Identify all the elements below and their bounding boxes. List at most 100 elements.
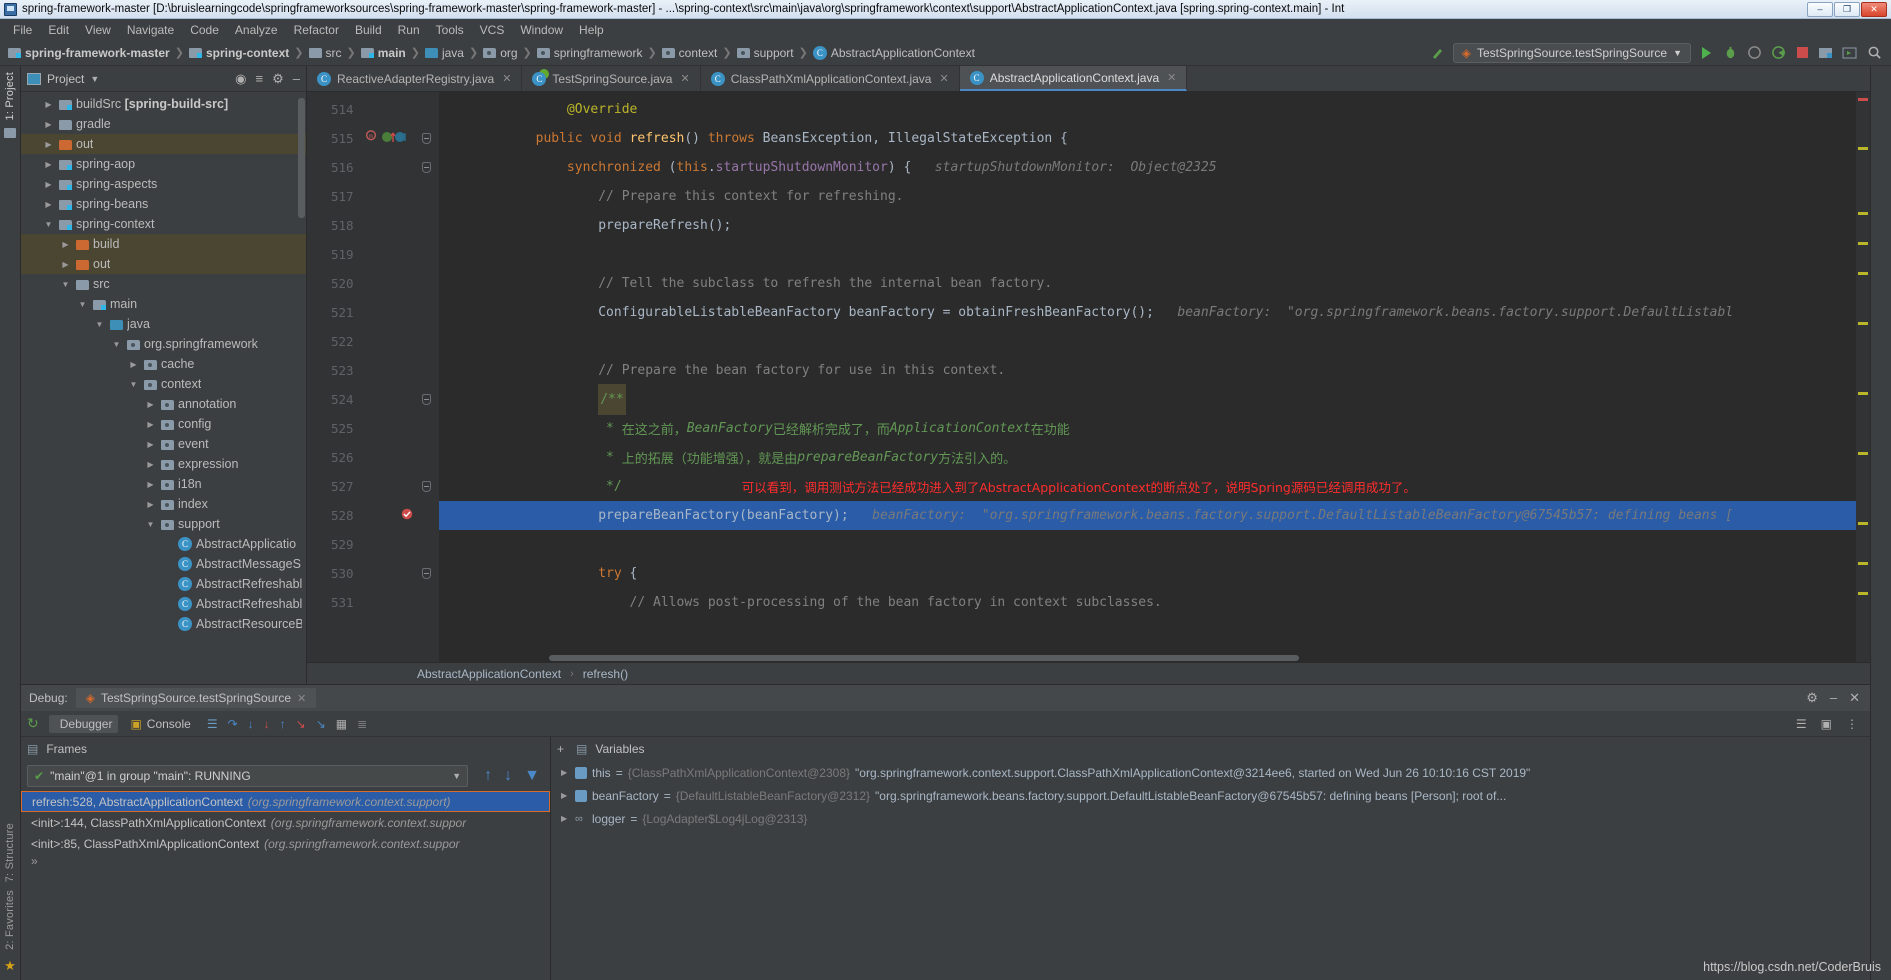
tree-node[interactable]: ▶ event — [21, 434, 306, 454]
chevron-down-icon[interactable]: ▼ — [127, 380, 140, 389]
variable-row[interactable]: ▶ this = {ClassPathXmlApplicationContext@23… — [551, 761, 1870, 784]
gutter-line[interactable]: 529 — [323, 530, 439, 559]
collapse-all-icon[interactable]: ≡ — [256, 71, 264, 86]
step-out-icon[interactable]: ↑ — [280, 717, 286, 731]
stripe-warning-mark[interactable] — [1858, 562, 1868, 565]
variables-list[interactable]: ▶ this = {ClassPathXmlApplicationContext@23… — [551, 761, 1870, 830]
code-line[interactable] — [439, 327, 1870, 356]
breadcrumb-item-src[interactable]: src — [307, 46, 344, 60]
breadcrumb-item-java[interactable]: java — [423, 46, 466, 60]
menu-item-run[interactable]: Run — [391, 21, 427, 39]
code-fold-icon[interactable] — [422, 394, 431, 405]
method-override-icon[interactable]: m — [364, 130, 378, 147]
stripe-warning-mark[interactable] — [1858, 147, 1868, 150]
thread-selector[interactable]: ✔ "main"@1 in group "main": RUNNING ▼ — [27, 765, 469, 787]
chevron-right-icon[interactable]: ▶ — [144, 480, 157, 489]
frames-list[interactable]: refresh:528, AbstractApplicationContext (… — [21, 791, 550, 854]
pin-icon[interactable]: ⋮ — [1846, 717, 1858, 731]
chevron-right-icon[interactable]: ▶ — [144, 460, 157, 469]
code-line[interactable] — [439, 240, 1870, 269]
gutter-line[interactable]: 523 — [323, 356, 439, 385]
menu-item-file[interactable]: File — [6, 21, 39, 39]
tree-node[interactable]: ▶ expression — [21, 454, 306, 474]
code-editor[interactable]: 514 515 m 516 517 518 519 520 521 522 523 524 525 526… — [307, 92, 1870, 662]
chevron-down-icon[interactable]: ▼ — [144, 520, 157, 529]
editor-error-stripe[interactable] — [1856, 92, 1870, 662]
project-tree[interactable]: ▶ buildSrc [spring-build-src] ▶ gradle ▶ out ▶… — [21, 92, 306, 684]
evaluate-expression-icon[interactable]: ▦ — [336, 717, 347, 731]
tree-node[interactable]: ▶ index — [21, 494, 306, 514]
editor-tab[interactable]: C TestSpringSource.java ✕ — [522, 66, 701, 91]
chevron-right-icon[interactable]: ▶ — [42, 120, 55, 129]
editor-tab[interactable]: C ReactiveAdapterRegistry.java ✕ — [307, 66, 523, 91]
gutter-line[interactable]: 521 — [323, 298, 439, 327]
gutter-line[interactable]: 517 — [323, 182, 439, 211]
breadcrumb-item-springframework[interactable]: springframework — [535, 46, 645, 60]
minimize-icon[interactable]: – — [1830, 690, 1837, 706]
gear-icon[interactable]: ⚙ — [1806, 690, 1818, 706]
run-button[interactable] — [1697, 44, 1715, 62]
chevron-right-icon[interactable]: ▶ — [42, 100, 55, 109]
editor-breadcrumb[interactable]: AbstractApplicationContext › refresh() — [307, 662, 1870, 684]
stripe-warning-mark[interactable] — [1858, 212, 1868, 215]
gutter-line[interactable]: 526 — [323, 443, 439, 472]
chevron-right-icon[interactable]: ▶ — [561, 768, 570, 777]
build-hammer-icon[interactable] — [1429, 44, 1447, 62]
menu-item-edit[interactable]: Edit — [41, 21, 76, 39]
chevron-right-icon[interactable]: ▶ — [42, 180, 55, 189]
tree-node[interactable]: ▶ out — [21, 134, 306, 154]
chevron-down-icon[interactable]: ▼ — [110, 340, 123, 349]
close-icon[interactable]: ✕ — [680, 72, 689, 85]
breadcrumb-item-context[interactable]: context — [660, 46, 720, 60]
tree-node[interactable]: ▼ main — [21, 294, 306, 314]
close-icon[interactable]: ✕ — [1849, 690, 1860, 706]
chevron-right-icon[interactable]: ▶ — [144, 500, 157, 509]
code-line[interactable]: // Allows post-processing of the bean fa… — [439, 588, 1870, 617]
gutter-line[interactable]: 520 — [323, 269, 439, 298]
drop-frame-icon[interactable]: ↘ — [296, 717, 306, 731]
editor-gutter[interactable]: 514 515 m 516 517 518 519 520 521 522 523 524 525 526… — [323, 92, 439, 662]
code-fold-icon[interactable] — [422, 568, 431, 579]
code-line[interactable]: /** — [439, 384, 1870, 415]
menu-item-tools[interactable]: Tools — [429, 21, 471, 39]
editor-code-column[interactable]: @Override public void refresh() throws B… — [439, 92, 1870, 662]
tree-node[interactable]: C AbstractRefreshabl — [21, 574, 306, 594]
stripe-warning-mark[interactable] — [1858, 452, 1868, 455]
debug-button[interactable] — [1721, 44, 1739, 62]
stripe-warning-mark[interactable] — [1858, 242, 1868, 245]
maximize-button[interactable]: ❐ — [1834, 1, 1860, 17]
gutter-line[interactable]: 530 — [323, 559, 439, 588]
implemented-marker-icon[interactable] — [381, 130, 407, 147]
gear-icon[interactable]: ⚙ — [272, 71, 284, 87]
tree-node[interactable]: ▼ java — [21, 314, 306, 334]
frame-row[interactable]: <init>:144, ClassPathXmlApplicationConte… — [21, 812, 550, 833]
chevron-right-icon[interactable]: ▶ — [144, 400, 157, 409]
gutter-line[interactable]: 527 — [323, 472, 439, 501]
code-line[interactable]: try { — [439, 559, 1870, 588]
arrow-up-icon[interactable]: ↑ — [484, 767, 492, 785]
stripe-error-mark[interactable] — [1858, 98, 1868, 101]
build-project-icon[interactable] — [1817, 44, 1835, 62]
code-line[interactable]: public void refresh() throws BeansExcept… — [439, 124, 1870, 153]
tree-node[interactable]: C AbstractRefreshabl — [21, 594, 306, 614]
chevron-down-icon[interactable]: ▼ — [59, 280, 72, 289]
menu-bar[interactable]: File Edit View Navigate Code Analyze Refactor B… — [0, 19, 1891, 40]
gutter-line[interactable]: 516 — [323, 153, 439, 182]
tree-node[interactable]: ▶ gradle — [21, 114, 306, 134]
frame-row[interactable]: refresh:528, AbstractApplicationContext (… — [21, 791, 550, 812]
code-line[interactable] — [439, 530, 1870, 559]
breadcrumb-item-org[interactable]: org — [481, 46, 519, 60]
tree-node[interactable]: ▶ i18n — [21, 474, 306, 494]
plus-icon[interactable]: + — [557, 742, 564, 756]
project-tree-scrollbar[interactable] — [298, 98, 305, 218]
gutter-line[interactable]: 522 — [323, 327, 439, 356]
stripe-warning-mark[interactable] — [1858, 322, 1868, 325]
search-everywhere-icon[interactable] — [1865, 44, 1883, 62]
editor-tab[interactable]: C AbstractApplicationContext.java ✕ — [959, 66, 1188, 91]
editor-tab[interactable]: C ClassPathXmlApplicationContext.java ✕ — [701, 66, 960, 91]
run-to-cursor-icon[interactable]: ↘ — [316, 717, 326, 731]
tree-node[interactable]: ▶ out — [21, 254, 306, 274]
debug-tab-debugger[interactable]: Debugger — [48, 714, 119, 733]
tree-node[interactable]: ▼ src — [21, 274, 306, 294]
breadcrumb[interactable]: spring-framework-master ❯ spring-context ❯ s… — [6, 45, 977, 60]
